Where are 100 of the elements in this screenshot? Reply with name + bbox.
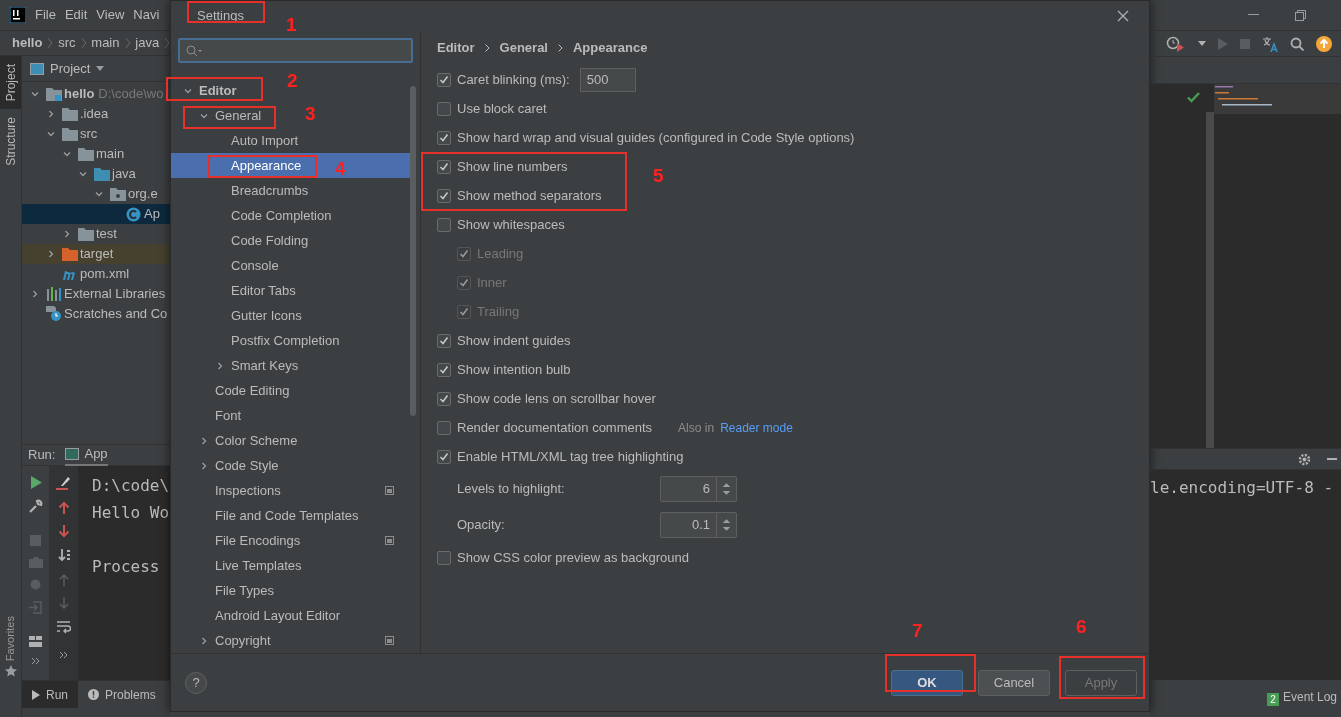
checkbox[interactable] (437, 159, 451, 174)
timer-run-icon[interactable] (1166, 35, 1186, 52)
chevron-right-icon[interactable] (199, 460, 209, 471)
wrench-icon[interactable] (28, 499, 43, 513)
checkbox[interactable] (437, 217, 451, 232)
settings-tree-item[interactable]: File and Code Templates (171, 503, 367, 528)
translate-icon[interactable] (1262, 35, 1278, 52)
reader-mode-link[interactable]: Reader mode (720, 418, 793, 437)
chevron-right-icon[interactable] (199, 635, 209, 646)
settings-tree-item[interactable]: Console (171, 253, 287, 278)
breadcrumb-item[interactable]: hello (12, 33, 43, 53)
side-tool-tab[interactable]: Project (0, 56, 21, 110)
checkbox[interactable] (437, 449, 451, 464)
settings-tree-item[interactable]: Code Editing (171, 378, 298, 403)
settings-tree-item[interactable]: Postfix Completion (171, 328, 348, 353)
tool-window-tab[interactable]: Run (22, 681, 78, 708)
checkbox[interactable] (437, 101, 451, 116)
arrow-down-icon[interactable] (58, 597, 70, 610)
dropdown-icon[interactable] (96, 65, 105, 72)
checkbox[interactable] (437, 391, 451, 406)
settings-tree-item[interactable]: General (171, 103, 270, 128)
project-tree-item[interactable]: External Libraries (22, 284, 170, 304)
checkbox[interactable] (437, 188, 451, 203)
settings-tree-item[interactable]: Live Templates (171, 553, 310, 578)
settings-tree-item[interactable]: Color Scheme (171, 428, 306, 453)
eraser-icon[interactable] (56, 476, 72, 490)
wrap-icon[interactable] (57, 621, 71, 634)
number-spinner[interactable]: 0.1 (660, 512, 737, 538)
close-icon[interactable] (1117, 10, 1129, 22)
update-icon[interactable] (1316, 35, 1332, 52)
number-spinner[interactable]: 6 (660, 476, 737, 502)
layout-icon[interactable] (29, 636, 42, 647)
settings-icon[interactable] (1298, 452, 1311, 466)
settings-tree-item[interactable]: Android Layout Editor (171, 603, 349, 628)
settings-tree-item[interactable]: Copyright (171, 628, 410, 653)
arrow-up-icon[interactable] (58, 573, 70, 586)
settings-tree-item[interactable]: Auto Import (171, 128, 307, 153)
chevron-down-icon[interactable] (30, 89, 40, 99)
settings-tree-item[interactable]: File Encodings (171, 528, 410, 553)
chevron-right-icon[interactable] (46, 109, 56, 119)
breadcrumb-item[interactable]: java (135, 33, 160, 53)
menu-item[interactable]: View (96, 5, 125, 25)
project-tree-item[interactable]: pom.xml (22, 264, 170, 284)
project-tree-item[interactable]: src (22, 124, 170, 144)
tool-window-tab[interactable]: Problems (78, 681, 166, 708)
checkbox[interactable] (437, 333, 451, 348)
menu-item[interactable]: File (35, 5, 56, 25)
editor-scrollbar[interactable] (1206, 112, 1214, 448)
project-tree-item[interactable]: org.e (22, 184, 170, 204)
settings-tree-item[interactable]: Code Style (171, 453, 287, 478)
chevron-right-icon[interactable] (30, 289, 40, 299)
checkbox[interactable] (437, 72, 451, 87)
event-log-button[interactable]: Event Log (1282, 688, 1337, 706)
breadcrumb-item[interactable]: src (58, 33, 76, 53)
project-tree-item[interactable]: main (22, 144, 170, 164)
settings-tree-item[interactable]: File Types (171, 578, 282, 603)
settings-tree-item[interactable]: Breadcrumbs (171, 178, 317, 203)
dialog-button[interactable]: Cancel (978, 669, 1050, 696)
scrollbar-thumb[interactable] (410, 86, 416, 416)
settings-tree-item[interactable]: Font (171, 403, 249, 428)
project-tree-item[interactable]: hello D:\code\wo (22, 84, 170, 104)
project-tree-item[interactable]: target (22, 244, 170, 264)
checkbox[interactable] (437, 550, 451, 565)
project-tree-item[interactable]: .idea (22, 104, 170, 124)
side-tool-tab[interactable]: Structure (0, 109, 21, 175)
run-icon[interactable] (29, 476, 42, 489)
project-header[interactable]: Project (50, 58, 91, 79)
number-field[interactable]: 500 (579, 67, 636, 92)
chevron-right-icon[interactable] (199, 435, 209, 446)
settings-tree-item[interactable]: Editor Tabs (171, 278, 304, 303)
arrow-down-icon[interactable] (58, 525, 70, 538)
project-tree-item[interactable]: Ap (22, 204, 170, 224)
checkbox[interactable] (437, 130, 451, 145)
menu-item[interactable]: Navi (133, 5, 160, 25)
help-button[interactable]: ? (185, 671, 207, 694)
dropdown-icon[interactable] (1198, 41, 1206, 46)
settings-tree-item[interactable]: Smart Keys (171, 353, 307, 378)
dialog-button[interactable]: OK (891, 669, 963, 696)
breadcrumb-item[interactable]: main (91, 33, 120, 53)
search-field[interactable] (178, 38, 413, 63)
checkbox[interactable] (437, 420, 451, 435)
settings-tree-item[interactable]: Code Completion (171, 203, 340, 228)
settings-tree-item[interactable]: Inspections (171, 478, 410, 503)
sort-icon[interactable] (57, 549, 71, 562)
project-tree-item[interactable]: test (22, 224, 170, 244)
project-tree-item[interactable]: java (22, 164, 170, 184)
chevron-right-icon[interactable] (215, 360, 225, 371)
menu-item[interactable]: Edit (64, 5, 88, 25)
settings-tree-item[interactable]: Gutter Icons (171, 303, 310, 328)
more-icon[interactable] (30, 657, 41, 665)
favorites-tab[interactable]: Favorites (2, 615, 19, 661)
checkbox[interactable] (437, 362, 451, 377)
project-tree-item[interactable]: Scratches and Co (22, 304, 170, 324)
restore-icon[interactable] (1295, 9, 1306, 21)
more-icon[interactable] (59, 651, 69, 659)
settings-tree-item[interactable]: Code Folding (171, 228, 317, 253)
settings-tree-item[interactable]: Editor (171, 78, 245, 103)
search-icon[interactable] (1290, 36, 1304, 51)
minimize-icon[interactable] (1248, 14, 1259, 16)
arrow-up-icon[interactable] (58, 501, 70, 514)
